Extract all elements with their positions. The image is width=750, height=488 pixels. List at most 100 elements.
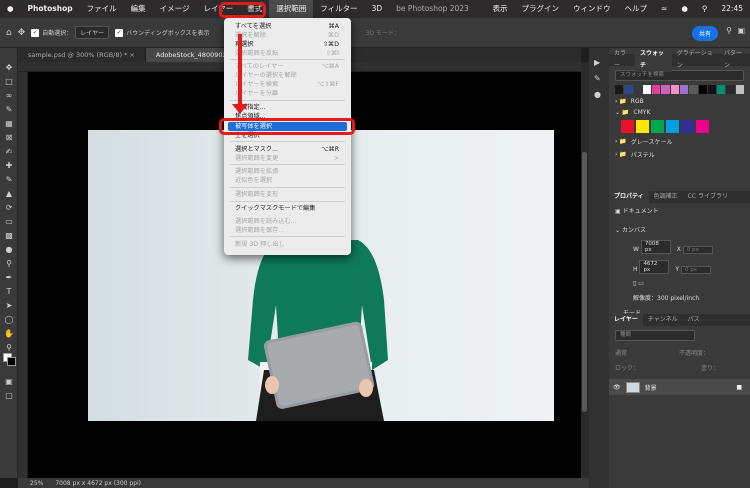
- history-brush-tool-icon[interactable]: ⟳: [3, 202, 15, 214]
- swatch-folder-grayscale[interactable]: › 📁 グレースケール: [615, 137, 744, 146]
- menu-window[interactable]: ウィンドウ: [566, 0, 618, 18]
- crop-tool-icon[interactable]: ▦: [3, 118, 15, 130]
- select-menu-item[interactable]: クイックマスクモードで編集: [224, 204, 351, 213]
- menu-3d[interactable]: 3D: [365, 0, 390, 18]
- tab-properties[interactable]: プロパティ: [609, 191, 649, 203]
- blur-tool-icon[interactable]: ●: [3, 244, 15, 256]
- app-name[interactable]: Photoshop: [21, 0, 80, 18]
- eraser-tool-icon[interactable]: ▭: [3, 216, 15, 228]
- color-swatch[interactable]: [642, 85, 652, 94]
- tab-color[interactable]: カラー: [609, 48, 635, 72]
- cmyk-swatch[interactable]: [651, 120, 664, 133]
- cmyk-swatch[interactable]: [636, 120, 649, 133]
- color-swatch[interactable]: [726, 85, 735, 94]
- search-icon[interactable]: ⚲: [726, 26, 732, 35]
- cmyk-swatch[interactable]: [666, 120, 679, 133]
- lasso-tool-icon[interactable]: ∞: [3, 90, 15, 102]
- swatch-folder-rgb[interactable]: › 📁 RGB: [615, 98, 744, 105]
- apple-icon[interactable]: ●: [0, 0, 21, 18]
- orientation-portrait-icon[interactable]: ▯: [633, 280, 636, 287]
- width-field[interactable]: 7008 px: [640, 240, 671, 254]
- menu-image[interactable]: イメージ: [153, 0, 197, 18]
- move-tool-icon[interactable]: ✥: [18, 28, 26, 38]
- auto-select-checkbox[interactable]: ✓: [31, 28, 40, 37]
- menu-file[interactable]: ファイル: [80, 0, 124, 18]
- color-swatch[interactable]: [679, 85, 689, 94]
- pen-tool-icon[interactable]: ✒: [3, 272, 15, 284]
- tab-cc-libraries[interactable]: CC ライブラリ: [683, 191, 733, 203]
- quick-mask-icon[interactable]: ▣: [3, 376, 15, 388]
- orientation-landscape-icon[interactable]: ▭: [638, 280, 644, 287]
- path-select-tool-icon[interactable]: ➤: [3, 300, 15, 312]
- cmyk-swatch[interactable]: [621, 120, 634, 133]
- actions-icon[interactable]: ✎: [594, 74, 601, 83]
- height-field[interactable]: 4672 px: [639, 260, 670, 274]
- menu-view[interactable]: 表示: [486, 0, 515, 18]
- tab-gradients[interactable]: グラデーション: [672, 48, 719, 72]
- history-icon[interactable]: ▶: [594, 58, 600, 67]
- color-swatch[interactable]: [707, 85, 717, 94]
- y-field[interactable]: 0 px: [680, 266, 711, 274]
- healing-tool-icon[interactable]: ✚: [3, 160, 15, 172]
- tab-channels[interactable]: チャンネル: [643, 314, 683, 326]
- bbox-checkbox[interactable]: ✓: [115, 28, 124, 37]
- workspace-icon[interactable]: ▣: [737, 26, 745, 35]
- visibility-eye-icon[interactable]: 👁: [613, 384, 621, 391]
- screen-mode-icon[interactable]: ▢: [3, 390, 15, 402]
- brush-tool-icon[interactable]: ✎: [3, 174, 15, 186]
- dodge-tool-icon[interactable]: ⚲: [3, 258, 15, 270]
- canvas-vertical-scrollbar[interactable]: [581, 62, 589, 478]
- color-swatch[interactable]: [652, 85, 661, 94]
- menu-filter[interactable]: フィルター: [313, 0, 364, 18]
- color-swatch[interactable]: [615, 85, 624, 94]
- select-menu-item[interactable]: 再選択 ⇧⌘D: [224, 40, 351, 49]
- x-field[interactable]: 0 px: [682, 246, 713, 254]
- layer-row-background[interactable]: 👁 背景 ■: [609, 379, 750, 395]
- type-tool-icon[interactable]: T: [3, 286, 15, 298]
- tab-layers[interactable]: レイヤー: [609, 314, 643, 326]
- menu-select[interactable]: 選択範囲: [269, 0, 314, 18]
- control-center-icon[interactable]: ●: [674, 0, 695, 18]
- tab-patterns[interactable]: パターン: [719, 48, 750, 72]
- layer-kind-filter[interactable]: 種類: [615, 330, 695, 341]
- color-swatch[interactable]: [717, 85, 726, 94]
- cmyk-swatch[interactable]: [696, 120, 709, 133]
- color-swatch[interactable]: [661, 85, 670, 94]
- gradient-tool-icon[interactable]: ▩: [3, 230, 15, 242]
- select-menu-item[interactable]: すべてを選択 ⌘A: [224, 22, 351, 31]
- document-info[interactable]: 7008 px x 4672 px (300 ppi): [55, 480, 141, 487]
- zoom-level[interactable]: 25%: [30, 480, 43, 487]
- menu-plugins[interactable]: プラグイン: [515, 0, 567, 18]
- swatch-folder-pastel[interactable]: › 📁 パステル: [615, 150, 744, 159]
- brush-settings-icon[interactable]: ●: [594, 90, 601, 99]
- color-swatch[interactable]: [624, 85, 633, 94]
- tab-adjustments[interactable]: 色調補正: [649, 191, 683, 203]
- eyedropper-tool-icon[interactable]: ✍: [3, 146, 15, 158]
- share-button[interactable]: 共有: [691, 26, 718, 41]
- color-swatch[interactable]: [735, 85, 744, 94]
- scrollbar-thumb[interactable]: [582, 152, 587, 412]
- move-tool-icon[interactable]: ✥: [3, 62, 15, 74]
- frame-tool-icon[interactable]: ⊠: [3, 132, 15, 144]
- color-swatch[interactable]: [633, 85, 642, 94]
- color-swatch[interactable]: [698, 85, 707, 94]
- tab-swatches[interactable]: スウォッチ: [635, 48, 672, 72]
- auto-select-dropdown[interactable]: レイヤー: [75, 26, 110, 39]
- select-menu-item[interactable]: 選択とマスク... ⌥⌘R: [224, 145, 351, 154]
- layer-name[interactable]: 背景: [645, 383, 657, 392]
- blend-mode-dropdown[interactable]: 通常: [615, 350, 627, 357]
- home-icon[interactable]: ⌂: [6, 28, 12, 38]
- menu-edit[interactable]: 編集: [124, 0, 153, 18]
- wifi-icon[interactable]: ≈: [654, 0, 674, 18]
- quick-select-tool-icon[interactable]: ✎: [3, 104, 15, 116]
- background-color-swatch[interactable]: [7, 357, 16, 366]
- tab-sample-psd[interactable]: sample.psd @ 300% (RGB/8) * ×: [18, 48, 146, 62]
- cmyk-swatch[interactable]: [681, 120, 694, 133]
- stamp-tool-icon[interactable]: ▲: [3, 188, 15, 200]
- color-swatch[interactable]: [689, 85, 698, 94]
- clock[interactable]: 22:45: [714, 0, 750, 18]
- swatch-folder-cmyk[interactable]: ⌄ 📁 CMYK: [615, 109, 744, 116]
- shape-tool-icon[interactable]: ◯: [3, 314, 15, 326]
- search-icon[interactable]: ⚲: [695, 0, 715, 18]
- marquee-tool-icon[interactable]: □: [3, 76, 15, 88]
